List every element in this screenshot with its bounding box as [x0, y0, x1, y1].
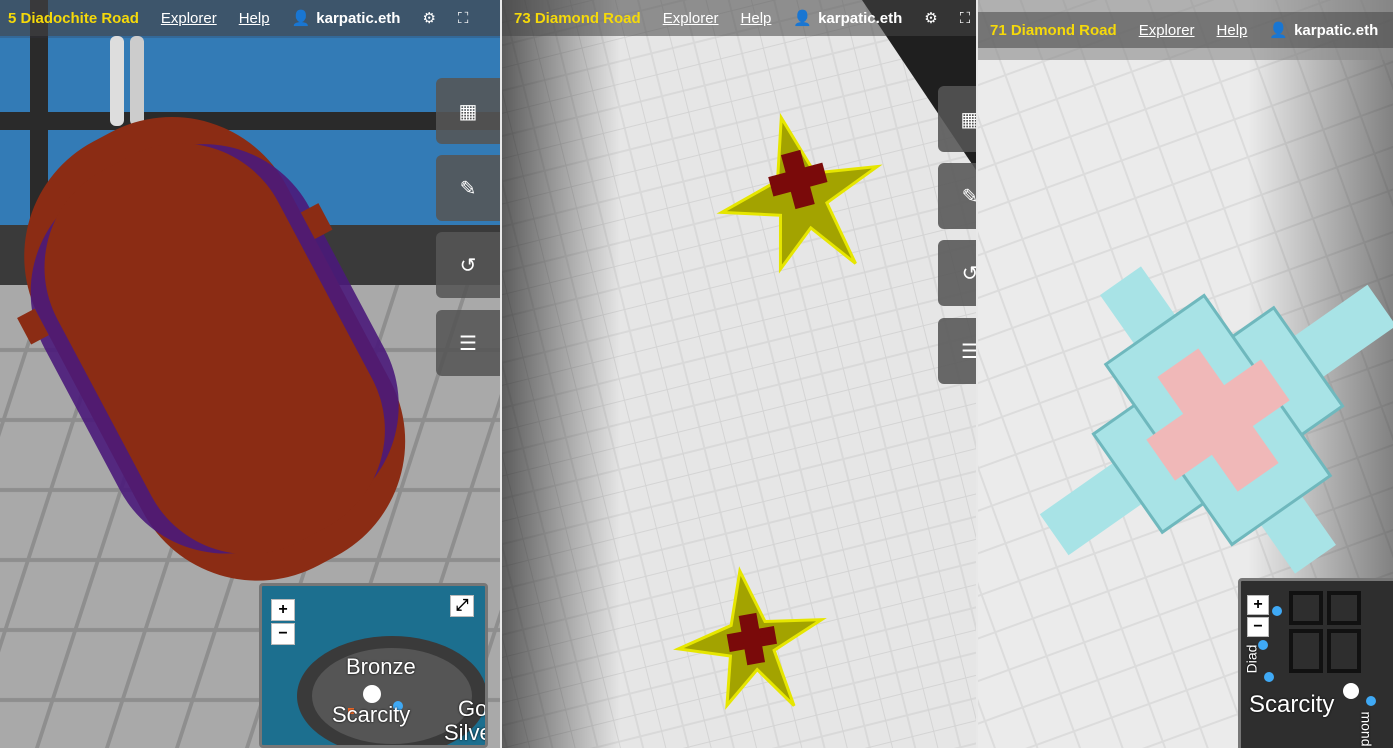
map-label: Bronze [346, 654, 416, 679]
map-label: Diad [1243, 644, 1260, 674]
user-icon: 👤 [793, 10, 813, 27]
user-account[interactable]: 👤 karpatic.eth [793, 9, 903, 28]
brush-icon: ✎ [961, 185, 976, 208]
list-icon: ☰ [459, 332, 477, 355]
help-menu[interactable]: Help [1217, 22, 1248, 39]
expand-map-button[interactable]: ⤢ [450, 595, 474, 617]
history-button[interactable]: ↺ [436, 232, 500, 298]
brush-button[interactable]: ✎ [938, 163, 976, 229]
brush-button[interactable]: ✎ [436, 155, 500, 221]
explorer-menu[interactable]: Explorer [1139, 22, 1195, 39]
history-icon: ↺ [459, 254, 477, 277]
history-button[interactable]: ↺ [938, 240, 976, 306]
map-label: Scarcity [1249, 691, 1335, 718]
expand-icon: ⤢ [455, 597, 469, 614]
explorer-menu[interactable]: Explorer [663, 10, 719, 27]
help-menu[interactable]: Help [741, 10, 772, 27]
username: karpatic.eth [818, 9, 903, 27]
brush-icon: ✎ [459, 177, 477, 200]
parcel-name[interactable]: 73 Diamond Road [514, 10, 641, 27]
username: karpatic.eth [1294, 21, 1379, 39]
top-bar-2: 73 Diamond Road Explorer Help 👤 karpatic… [502, 0, 976, 36]
viewport-panel-3[interactable]: 71 Diamond Road Explorer Help 👤 karpatic… [978, 0, 1393, 748]
expand-icon[interactable]: ⛶ [960, 10, 971, 27]
list-button[interactable]: ☰ [436, 310, 500, 376]
sliders-icon[interactable]: ⚙ [422, 9, 435, 27]
expand-icon[interactable]: ⛶ [458, 10, 469, 27]
user-account[interactable]: 👤 karpatic.eth [1269, 21, 1379, 40]
scene-view-2[interactable] [502, 0, 976, 748]
map-label: Go [458, 696, 488, 721]
viewport-panel-2[interactable]: 73 Diamond Road Explorer Help 👤 karpatic… [502, 0, 976, 748]
cubes-icon: ▦ [458, 100, 478, 123]
cubes-button[interactable]: ▦ [436, 78, 500, 144]
user-account[interactable]: 👤 karpatic.eth [291, 9, 401, 28]
user-icon: 👤 [291, 10, 311, 27]
user-icon: 👤 [1269, 22, 1289, 39]
zoom-out-button[interactable]: − [1247, 617, 1269, 637]
history-icon: ↺ [961, 262, 976, 285]
parcel-name[interactable]: 71 Diamond Road [990, 22, 1117, 39]
username: karpatic.eth [316, 9, 401, 27]
cubes-icon: ▦ [960, 108, 976, 131]
cubes-button[interactable]: ▦ [938, 86, 976, 152]
map-label: mond [1358, 711, 1375, 747]
map-label: Scarcity [332, 702, 411, 727]
map-label: Silve [444, 720, 488, 745]
sliders-icon[interactable]: ⚙ [924, 9, 937, 27]
parcel-name[interactable]: 5 Diadochite Road [8, 10, 139, 27]
zoom-out-button[interactable]: − [271, 623, 295, 645]
zoom-in-button[interactable]: + [271, 599, 295, 621]
top-bar-3: 71 Diamond Road Explorer Help 👤 karpatic… [978, 12, 1393, 48]
minimap-3[interactable]: + − Scarcity Diad mond [1238, 578, 1393, 748]
minimap-1[interactable]: + − ⤢ Bronze Scarcity Go Silve [259, 583, 488, 748]
list-icon: ☰ [961, 340, 976, 363]
help-menu[interactable]: Help [239, 10, 270, 27]
top-bar-1: 5 Diadochite Road Explorer Help 👤 karpat… [0, 0, 500, 36]
explorer-menu[interactable]: Explorer [161, 10, 217, 27]
viewport-panel-1[interactable]: 5 Diadochite Road Explorer Help 👤 karpat… [0, 0, 500, 748]
zoom-in-button[interactable]: + [1247, 595, 1269, 615]
list-button[interactable]: ☰ [938, 318, 976, 384]
